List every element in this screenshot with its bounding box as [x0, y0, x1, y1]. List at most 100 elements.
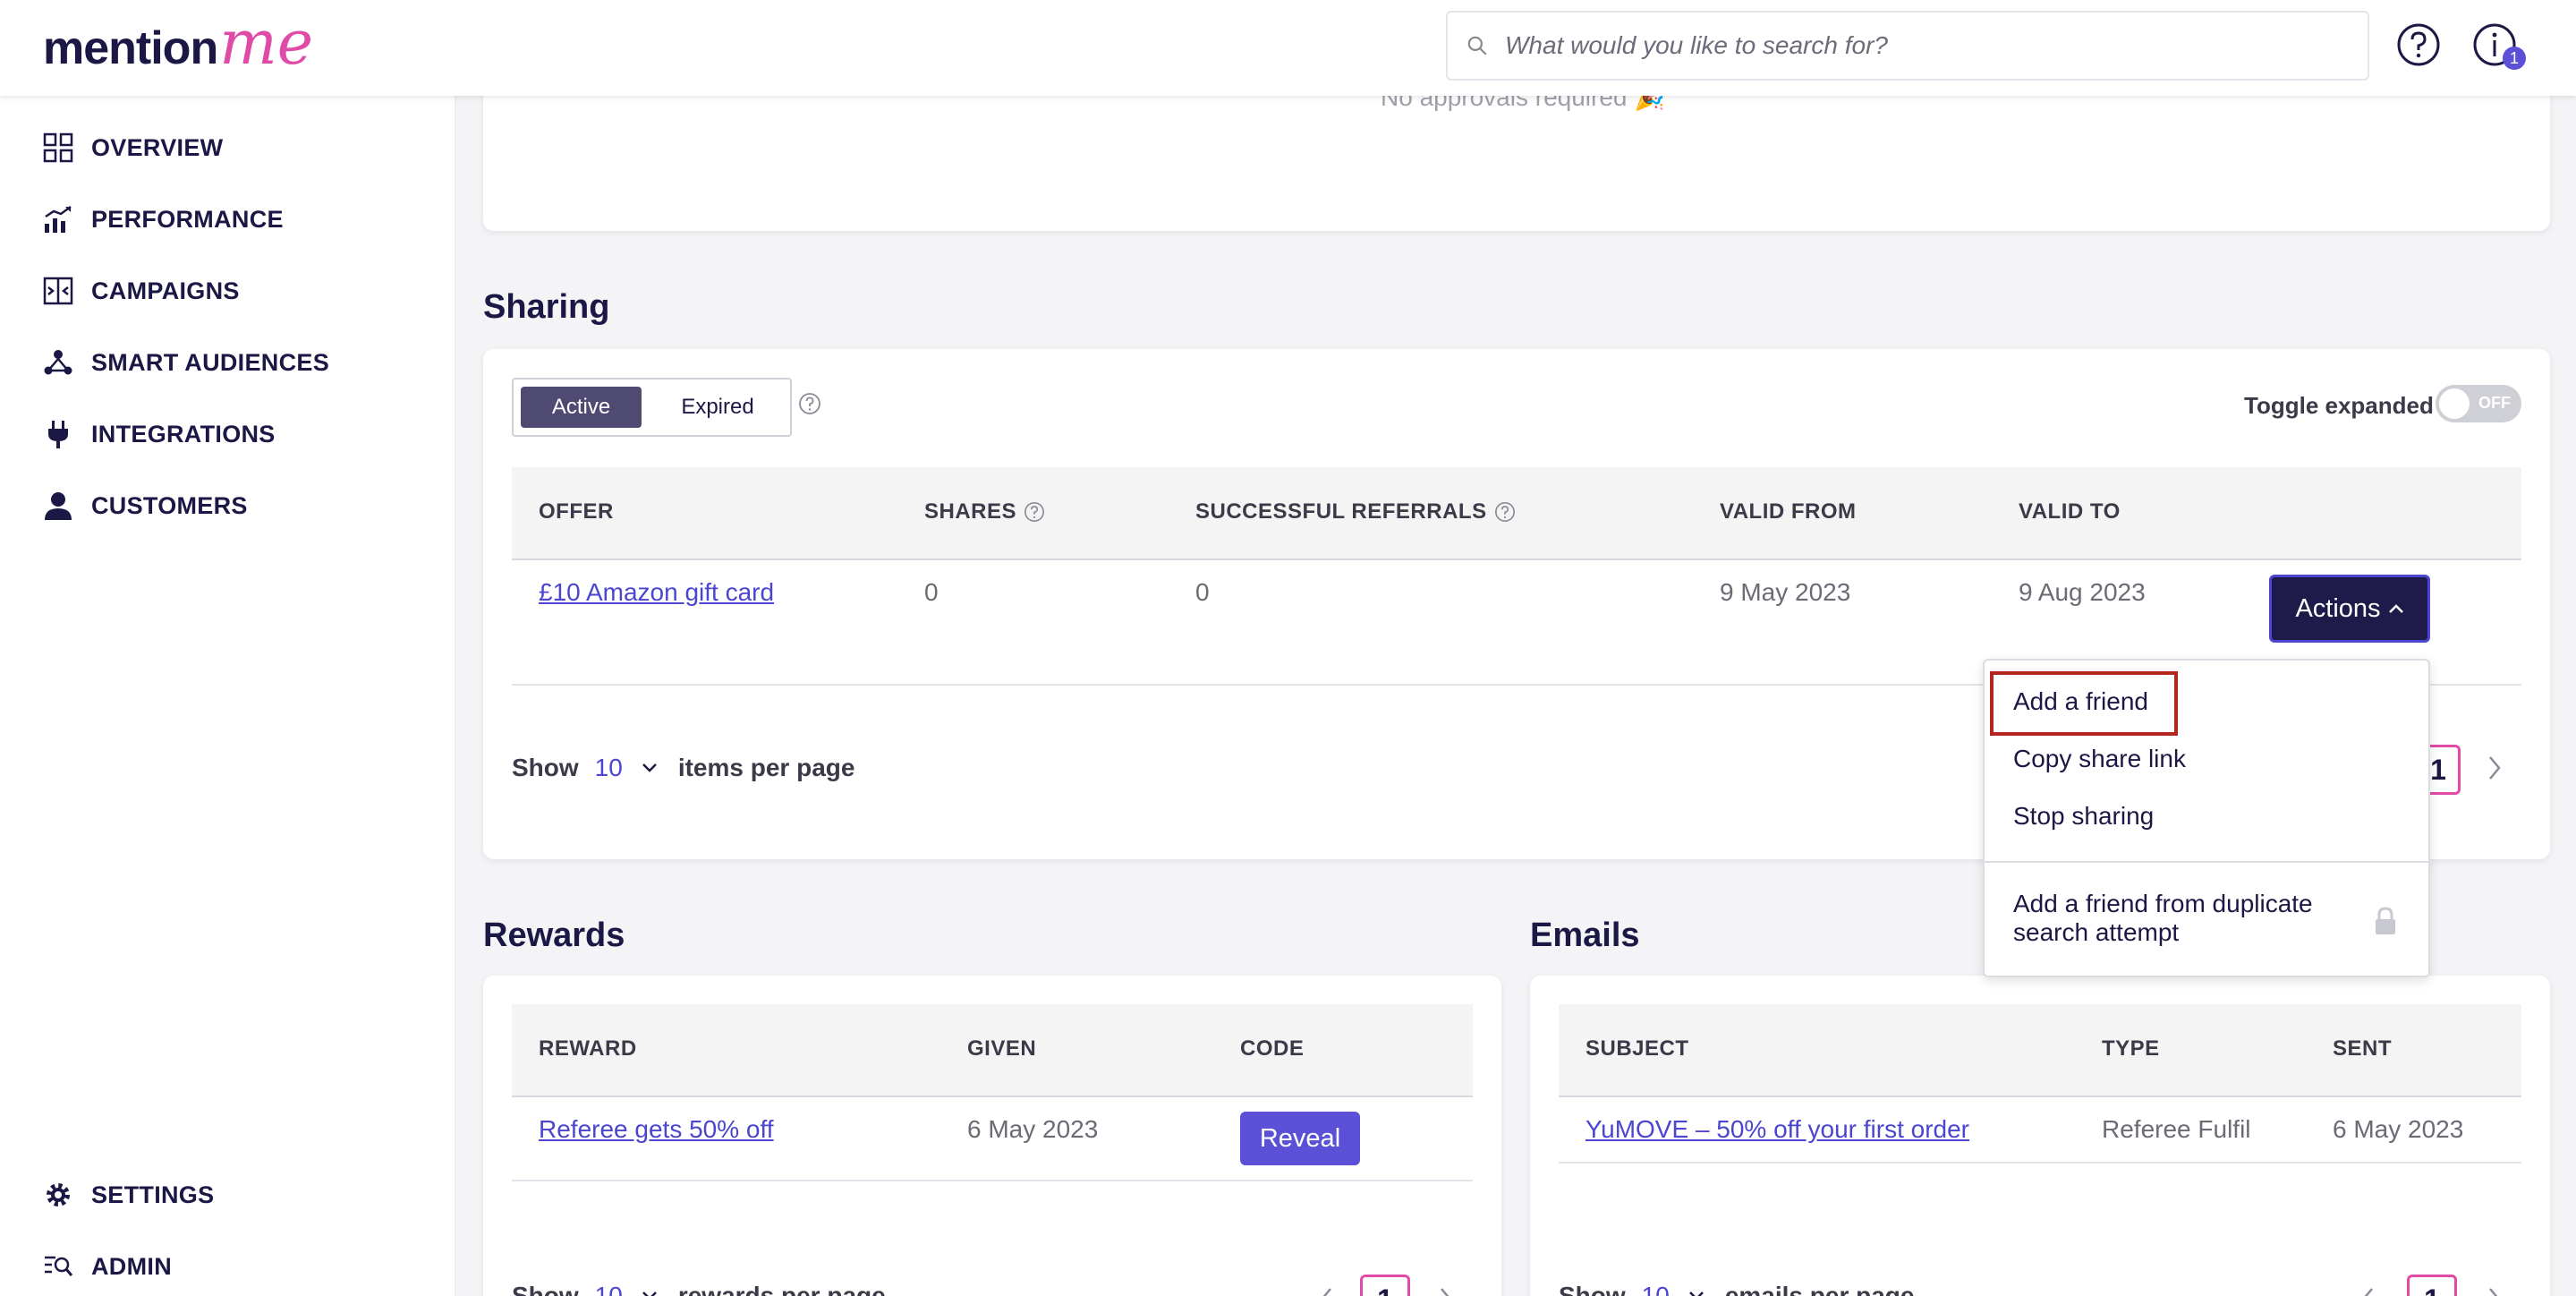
help-circle-icon[interactable] [798, 392, 821, 415]
sidebar-item-customers[interactable]: CUSTOMERS [43, 486, 248, 525]
column-header-valid-from: VALID FROM [1720, 499, 1857, 524]
notification-badge: 1 [2503, 47, 2526, 70]
per-page-suffix: emails per page [1724, 1282, 1915, 1296]
chart-icon [45, 205, 72, 233]
per-page-select[interactable]: 10 [595, 754, 623, 782]
sidebar-item-label: ADMIN [91, 1252, 172, 1280]
sidebar-item-label: OVERVIEW [91, 133, 224, 161]
user-icon [45, 492, 72, 520]
column-header-successful-referrals: SUCCESSFUL REFERRALS [1195, 499, 1516, 524]
show-label: Show [1559, 1282, 1626, 1296]
chevron-right-icon[interactable] [2486, 1285, 2504, 1296]
emails-pagination-size: Show 10 emails per page [1559, 1282, 1914, 1296]
help-circle-icon[interactable] [1494, 501, 1516, 523]
menu-item-add-friend-duplicate[interactable]: Add a friend from duplicate search attem… [2013, 890, 2362, 947]
toggle-expanded-switch[interactable]: OFF [2436, 385, 2521, 422]
tab-expired[interactable]: Expired [655, 387, 780, 428]
column-header-given: GIVEN [967, 1036, 1037, 1061]
mention-me-logo[interactable]: mention me [43, 8, 313, 84]
admin-search-icon [45, 1256, 73, 1276]
email-type-value: Referee Fulfil [2102, 1115, 2251, 1143]
help-icon[interactable] [2395, 21, 2442, 68]
sharing-pagination-size: Show 10 items per page [512, 754, 854, 782]
offer-link[interactable]: £10 Amazon gift card [539, 578, 774, 607]
chevron-left-icon[interactable] [2359, 1285, 2376, 1296]
sidebar: OVERVIEW PERFORMANCE CAMPAIGNS SMART AUD… [0, 96, 456, 1296]
sidebar-item-label: SMART AUDIENCES [91, 348, 330, 376]
logo-text: mention [43, 22, 218, 74]
reward-link[interactable]: Referee gets 50% off [539, 1115, 774, 1144]
logo-accent-text: me [219, 7, 313, 79]
column-header-reward: REWARD [539, 1036, 637, 1061]
top-bar: mention me 1 [0, 0, 2576, 96]
actions-button[interactable]: Actions [2269, 575, 2430, 643]
menu-item-copy-share-link[interactable]: Copy share link [2013, 745, 2186, 773]
chevron-down-icon[interactable] [641, 1290, 659, 1296]
chevron-right-icon[interactable] [2486, 754, 2504, 782]
rewards-pagination-size: Show 10 rewards per page [512, 1282, 886, 1296]
chevron-down-icon[interactable] [1688, 1290, 1705, 1296]
sharing-table-header [512, 467, 2521, 560]
sidebar-item-campaigns[interactable]: CAMPAIGNS [43, 271, 240, 311]
show-label: Show [512, 754, 579, 781]
column-header-offer: OFFER [539, 499, 614, 524]
actions-button-label: Actions [2295, 593, 2381, 623]
sidebar-item-settings[interactable]: SETTINGS [43, 1175, 214, 1215]
column-header-shares-label: SHARES [924, 499, 1017, 524]
toggle-expanded-label: Toggle expanded [2244, 392, 2434, 419]
emails-title: Emails [1530, 917, 1640, 954]
chevron-left-icon[interactable] [1317, 1285, 1335, 1296]
row-divider [512, 1180, 1473, 1181]
toggle-state-text: OFF [2478, 394, 2511, 412]
sidebar-item-admin[interactable]: ADMIN [43, 1247, 172, 1286]
column-header-referrals-label: SUCCESSFUL REFERRALS [1195, 499, 1487, 524]
email-sent-value: 6 May 2023 [2333, 1115, 2464, 1143]
rewards-title: Rewards [483, 917, 625, 954]
sidebar-item-label: PERFORMANCE [91, 205, 284, 233]
row-divider [1559, 1162, 2521, 1164]
column-header-subject: SUBJECT [1586, 1036, 1689, 1061]
menu-item-stop-sharing[interactable]: Stop sharing [2013, 802, 2154, 831]
sharing-title: Sharing [483, 288, 610, 326]
chevron-down-icon[interactable] [641, 762, 659, 774]
per-page-suffix: items per page [677, 754, 855, 781]
reward-given-value: 6 May 2023 [967, 1115, 1099, 1143]
sidebar-item-label: INTEGRATIONS [91, 420, 276, 448]
sidebar-item-label: SETTINGS [91, 1181, 215, 1208]
valid-to-value: 9 Aug 2023 [2019, 578, 2146, 606]
column-header-type: TYPE [2102, 1036, 2160, 1061]
sidebar-item-label: CUSTOMERS [91, 491, 248, 519]
tab-active[interactable]: Active [521, 387, 642, 428]
grid-icon [43, 132, 73, 163]
chevron-right-icon[interactable] [1437, 1285, 1455, 1296]
sidebar-item-smart-audiences[interactable]: SMART AUDIENCES [43, 343, 329, 382]
page-number-current[interactable]: 1 [2407, 1275, 2457, 1296]
referrals-value: 0 [1195, 578, 1210, 606]
column-header-sent: SENT [2333, 1036, 2393, 1061]
sidebar-item-integrations[interactable]: INTEGRATIONS [43, 414, 276, 454]
campaigns-icon [43, 277, 73, 305]
search-icon [1467, 36, 1487, 55]
sharing-status-tabs: Active Expired [512, 378, 792, 437]
per-page-select[interactable]: 10 [595, 1282, 623, 1296]
menu-item-add-friend[interactable]: Add a friend [2013, 687, 2148, 716]
search-bar[interactable] [1446, 11, 2369, 81]
help-circle-icon[interactable] [1024, 501, 1045, 523]
sidebar-item-overview[interactable]: OVERVIEW [43, 128, 223, 167]
column-header-code: CODE [1240, 1036, 1305, 1061]
valid-from-value: 9 May 2023 [1720, 578, 1851, 606]
lock-icon [2376, 907, 2395, 934]
page-number-current[interactable]: 1 [1360, 1275, 1410, 1296]
reveal-button[interactable]: Reveal [1240, 1112, 1360, 1165]
shares-value: 0 [924, 578, 939, 606]
sidebar-item-performance[interactable]: PERFORMANCE [43, 200, 284, 239]
search-input[interactable] [1505, 31, 2310, 60]
sidebar-item-label: CAMPAIGNS [91, 277, 240, 304]
menu-divider [1985, 861, 2428, 863]
plug-icon [48, 421, 68, 448]
per-page-suffix: rewards per page [677, 1282, 886, 1296]
email-subject-link[interactable]: YuMOVE – 50% off your first order [1586, 1115, 1969, 1144]
column-header-valid-to: VALID TO [2019, 499, 2121, 524]
per-page-select[interactable]: 10 [1642, 1282, 1670, 1296]
column-header-shares: SHARES [924, 499, 1045, 524]
